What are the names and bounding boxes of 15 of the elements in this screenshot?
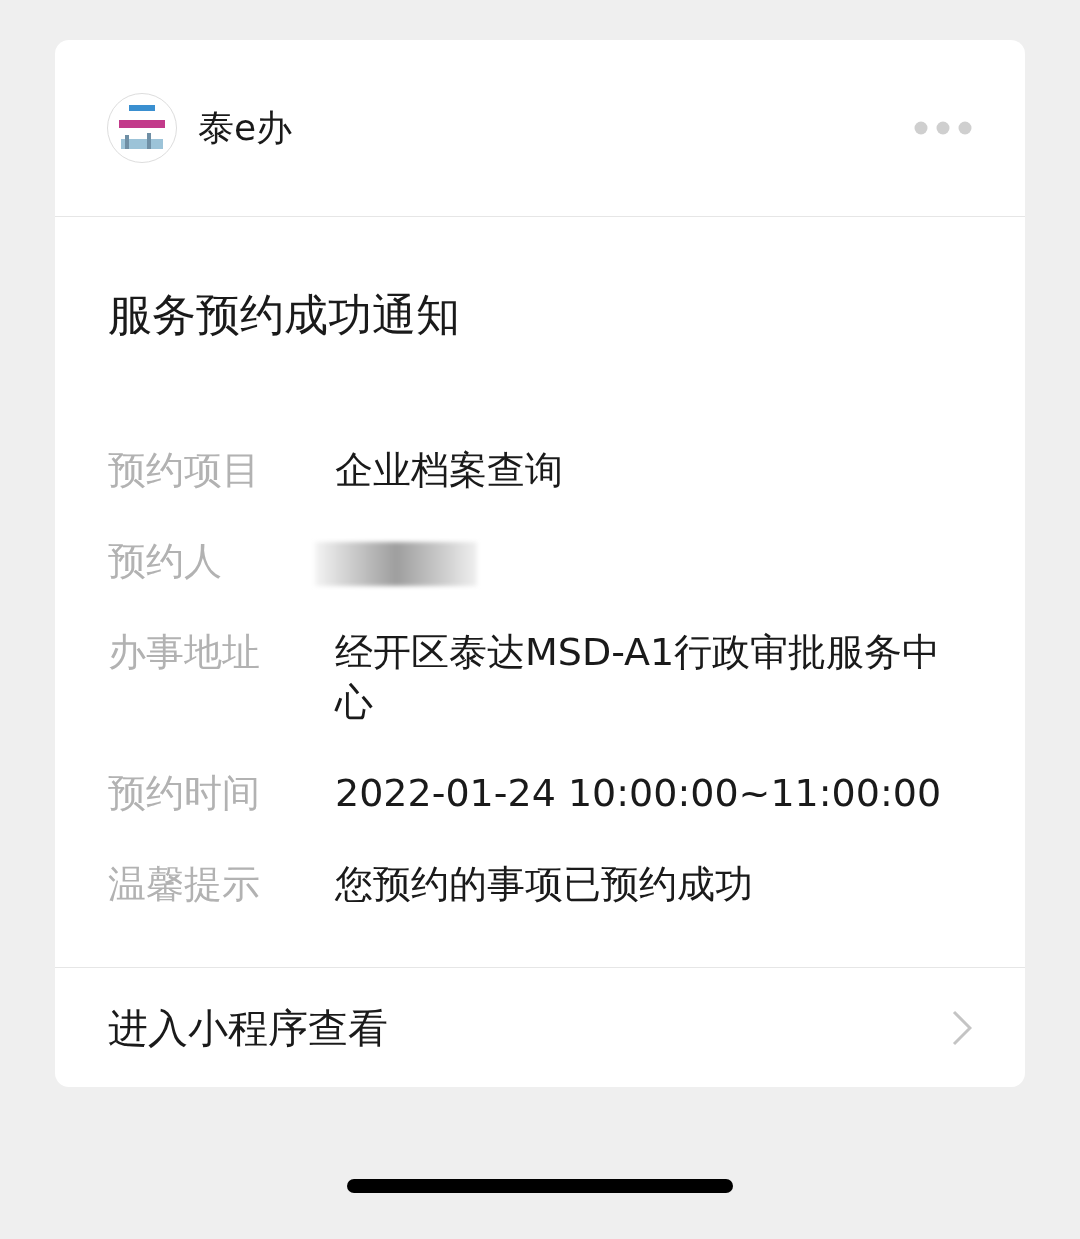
account-name: 泰e办 <box>198 106 293 150</box>
field-value: 2022-01-24 10:00:00~11:00:00 <box>335 770 943 817</box>
open-mini-program-row[interactable]: 进入小程序查看 <box>55 967 1025 1087</box>
chevron-right-icon <box>952 1009 972 1046</box>
field-label: 办事地址 <box>108 629 261 676</box>
field-label: 预约项目 <box>108 447 261 494</box>
more-icon[interactable] <box>914 121 972 135</box>
field-value: 您预约的事项已预约成功 <box>335 861 754 908</box>
field-label: 预约时间 <box>108 770 261 817</box>
field-value: 企业档案查询 <box>335 447 564 494</box>
field-label: 温馨提示 <box>108 861 261 908</box>
field-value: 经开区泰达MSD-A1行政审批服务中心 <box>335 629 942 726</box>
avatar-icon <box>107 93 177 163</box>
notice-title: 服务预约成功通知 <box>108 288 461 342</box>
field-label: 预约人 <box>108 538 223 585</box>
